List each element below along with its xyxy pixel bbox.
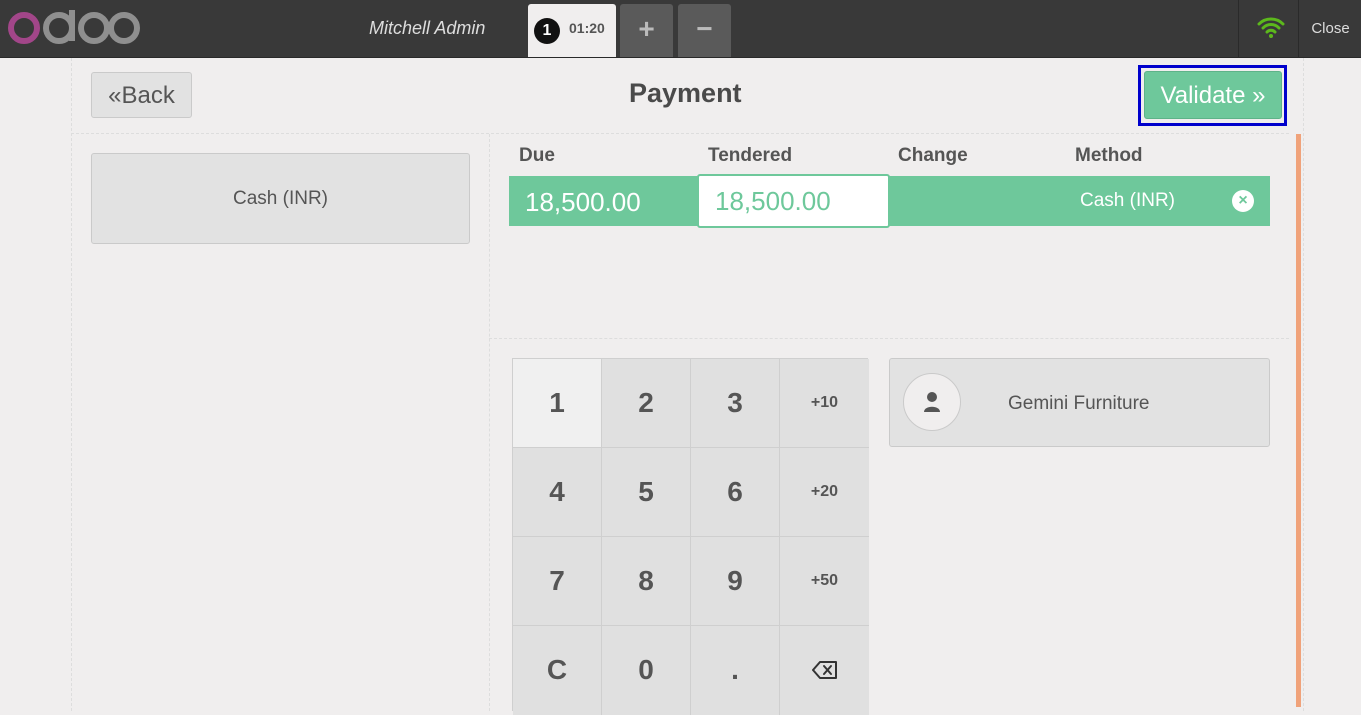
order-tab[interactable]: 1 01:20 (528, 4, 616, 57)
due-amount: 18,500.00 (525, 187, 641, 217)
column-due: Due (519, 145, 555, 166)
numpad-key-3[interactable]: 3 (691, 359, 780, 448)
back-label: Back (121, 82, 175, 109)
cashier-name[interactable]: Mitchell Admin (369, 18, 485, 39)
user-icon (924, 392, 940, 412)
odoo-logo (8, 10, 140, 44)
pos-topbar: Mitchell Admin 1 01:20 + − Close (0, 0, 1361, 58)
order-number-badge: 1 (534, 18, 560, 44)
numpad-key-decimal[interactable]: . (691, 626, 780, 715)
numpad-key-8[interactable]: 8 (602, 537, 691, 626)
numpad-key-plus50[interactable]: +50 (780, 537, 869, 626)
numpad-key-backspace[interactable] (780, 626, 869, 715)
column-method: Method (1075, 145, 1143, 166)
numpad-key-4[interactable]: 4 (513, 448, 602, 537)
numpad-key-clear[interactable]: C (513, 626, 602, 715)
payment-line-method: Cash (INR) (1080, 190, 1176, 211)
customer-name: Gemini Furniture (1008, 393, 1150, 414)
numpad: 1 2 3 +10 4 5 6 +20 7 8 9 +50 C 0 . (512, 358, 869, 715)
numpad-key-1[interactable]: 1 (513, 359, 602, 448)
column-tendered: Tendered (708, 145, 793, 166)
numpad-key-2[interactable]: 2 (602, 359, 691, 448)
numpad-key-plus20[interactable]: +20 (780, 448, 869, 537)
payment-method-cash[interactable]: Cash (INR) (91, 153, 470, 244)
double-chevron-right-icon: » (1252, 82, 1266, 109)
add-order-button[interactable]: + (620, 4, 673, 57)
connection-status[interactable] (1238, 0, 1299, 57)
divider (489, 338, 1289, 339)
avatar (903, 373, 961, 431)
customer-button[interactable]: Gemini Furniture (889, 358, 1270, 447)
numpad-key-plus10[interactable]: +10 (780, 359, 869, 448)
wifi-icon (1257, 17, 1285, 38)
tendered-input[interactable]: 18,500.00 (697, 174, 890, 228)
numpad-key-7[interactable]: 7 (513, 537, 602, 626)
scroll-indicator (1296, 134, 1301, 707)
numpad-key-5[interactable]: 5 (602, 448, 691, 537)
close-button[interactable]: Close (1298, 0, 1361, 57)
column-change: Change (898, 145, 968, 166)
payment-line[interactable]: 18,500.00 18,500.00 Cash (INR) × (509, 174, 1270, 228)
back-button[interactable]: «Back (91, 72, 192, 118)
delete-line-icon[interactable]: × (1232, 190, 1254, 212)
numpad-key-9[interactable]: 9 (691, 537, 780, 626)
double-chevron-left-icon: « (108, 82, 122, 109)
backspace-icon (811, 661, 837, 679)
numpad-key-6[interactable]: 6 (691, 448, 780, 537)
validate-label: Validate (1160, 82, 1246, 109)
page-title: Payment (629, 78, 742, 108)
numpad-key-0[interactable]: 0 (602, 626, 691, 715)
divider (71, 133, 1289, 134)
divider (489, 134, 490, 711)
validate-button[interactable]: Validate » (1144, 71, 1282, 119)
remove-order-button[interactable]: − (678, 4, 731, 57)
order-time: 01:20 (569, 20, 605, 36)
